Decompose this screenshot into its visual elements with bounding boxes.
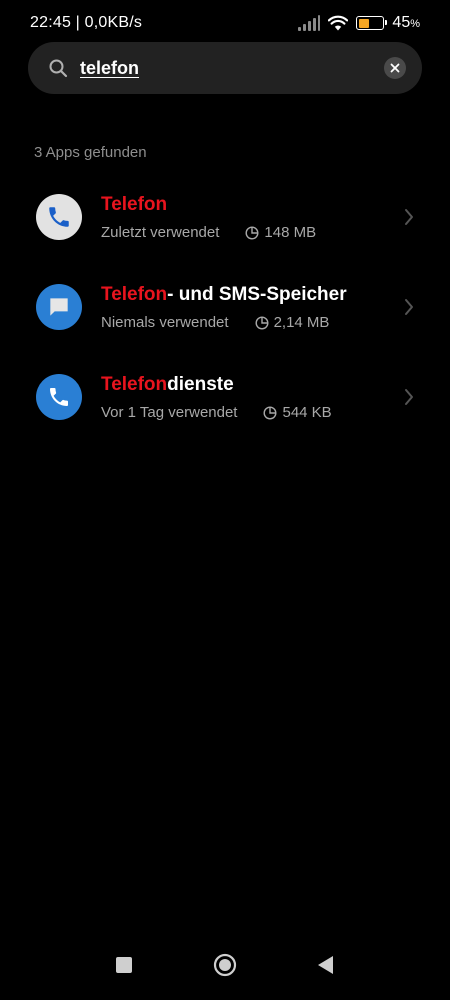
- results-count: 3 Apps gefunden: [34, 144, 147, 161]
- message-icon: [50, 298, 68, 316]
- search-input[interactable]: [80, 57, 384, 79]
- close-icon: [390, 63, 400, 73]
- storage-pie-icon: [245, 225, 259, 240]
- back-button[interactable]: [317, 955, 335, 975]
- result-item-telefondienste[interactable]: Telefondienste Vor 1 Tag verwendet 544 K…: [0, 352, 450, 442]
- result-title: Telefondienste: [101, 374, 234, 395]
- screen: 22:45 | 0,0KB/s 45% telefon 3 Apps gefun…: [0, 0, 450, 1000]
- last-used-label: Niemals verwendet: [101, 314, 229, 331]
- signal-icon: [298, 15, 321, 31]
- recents-button[interactable]: [115, 956, 133, 974]
- phone-icon: [50, 388, 68, 406]
- home-button[interactable]: [213, 953, 237, 977]
- result-text: Telefondienste Vor 1 Tag verwendet 544 K…: [101, 373, 332, 421]
- battery-icon: [356, 16, 388, 30]
- result-list: Telefon Zuletzt verwendet 148 MB Telefon…: [0, 172, 450, 442]
- result-meta: Vor 1 Tag verwendet 544 KB: [101, 404, 332, 421]
- recents-icon: [116, 957, 132, 973]
- chevron-right-icon: [405, 389, 413, 405]
- status-time-speed: 22:45 | 0,0KB/s: [30, 14, 143, 31]
- phone-icon: [49, 207, 69, 227]
- result-title: Telefon- und SMS-Speicher: [101, 284, 347, 305]
- message-app-icon: [36, 284, 82, 330]
- chevron-right-icon: [405, 299, 413, 315]
- result-item-telefon-sms-speicher[interactable]: Telefon- und SMS-Speicher Niemals verwen…: [0, 262, 450, 352]
- result-text: Telefon- und SMS-Speicher Niemals verwen…: [101, 283, 347, 331]
- battery-percent: 45%: [392, 14, 420, 31]
- search-bar[interactable]: [28, 42, 422, 94]
- navigation-bar: [0, 940, 450, 1000]
- battery-fill: [358, 18, 370, 28]
- result-meta: Zuletzt verwendet 148 MB: [101, 224, 316, 241]
- chevron-right-icon: [405, 209, 413, 225]
- storage-size: 148 MB: [245, 224, 316, 241]
- phone-app-icon: [36, 194, 82, 240]
- wifi-icon: [328, 15, 349, 31]
- last-used-label: Zuletzt verwendet: [101, 224, 220, 241]
- result-text: Telefon Zuletzt verwendet 148 MB: [101, 193, 316, 241]
- storage-size: 544 KB: [263, 404, 332, 421]
- result-item-telefon[interactable]: Telefon Zuletzt verwendet 148 MB: [0, 172, 450, 262]
- clear-search-button[interactable]: [384, 57, 406, 79]
- phone-services-icon: [36, 374, 82, 420]
- storage-size: 2,14 MB: [255, 314, 329, 331]
- storage-pie-icon: [263, 405, 277, 420]
- home-icon: [213, 953, 237, 977]
- status-bar: 22:45 | 0,0KB/s 45%: [0, 0, 450, 46]
- storage-pie-icon: [255, 315, 269, 330]
- last-used-label: Vor 1 Tag verwendet: [101, 404, 238, 421]
- result-meta: Niemals verwendet 2,14 MB: [101, 314, 347, 331]
- search-icon: [49, 59, 68, 78]
- status-icons: 45%: [298, 14, 420, 32]
- result-title: Telefon: [101, 194, 168, 215]
- back-icon: [318, 956, 333, 974]
